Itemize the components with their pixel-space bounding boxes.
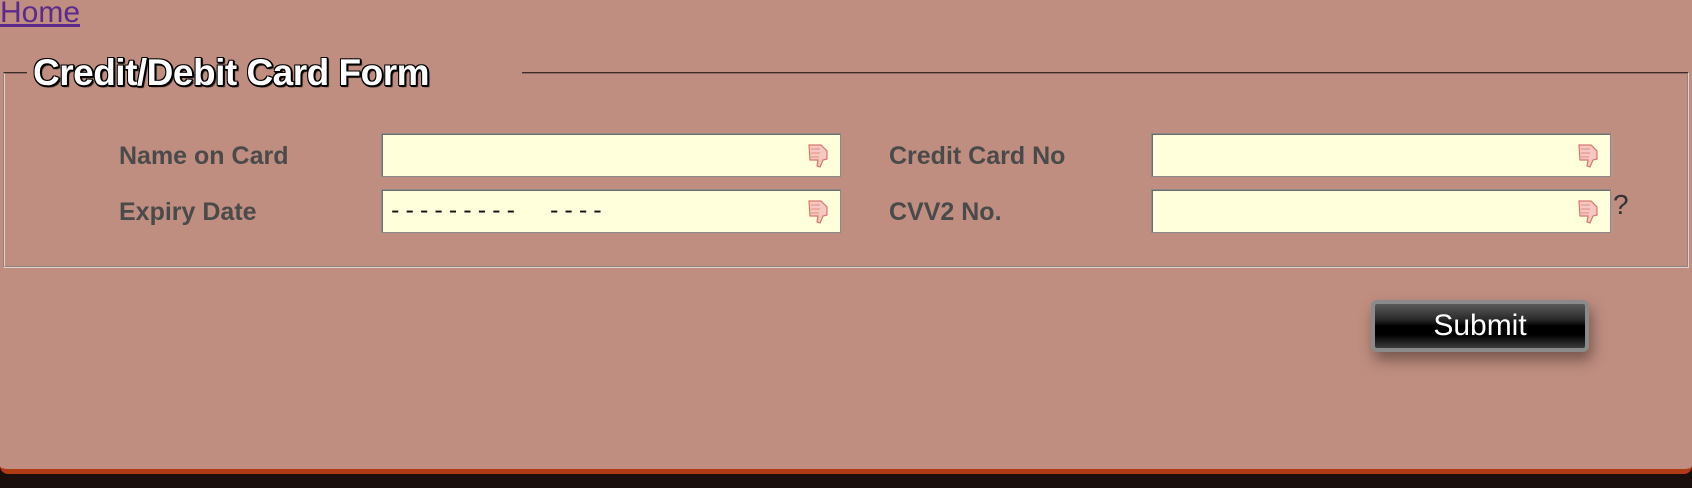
thumbs-down-icon xyxy=(1578,200,1598,224)
thumbs-down-icon xyxy=(808,144,828,168)
credit-card-no-label: Credit Card No xyxy=(889,142,1066,170)
expiry-date-value: --------- ---- xyxy=(388,196,605,224)
cvv2-no-label: CVV2 No. xyxy=(889,198,1002,226)
home-link[interactable]: Home xyxy=(0,0,80,30)
submit-button[interactable]: Submit xyxy=(1371,300,1589,352)
name-on-card-input[interactable] xyxy=(381,133,841,177)
expiry-date-input[interactable]: --------- ---- xyxy=(381,189,841,233)
thumbs-down-icon xyxy=(808,200,828,224)
thumbs-down-icon xyxy=(1578,144,1598,168)
page-panel: Home Credit/Debit Card Form Name on Card… xyxy=(0,0,1692,474)
name-on-card-label: Name on Card xyxy=(119,142,289,170)
credit-card-no-input[interactable] xyxy=(1151,133,1611,177)
cvv2-help-icon[interactable]: ? xyxy=(1613,189,1629,221)
cvv2-no-input[interactable] xyxy=(1151,189,1611,233)
form-legend: Credit/Debit Card Form xyxy=(33,52,430,93)
expiry-date-label: Expiry Date xyxy=(119,198,257,226)
